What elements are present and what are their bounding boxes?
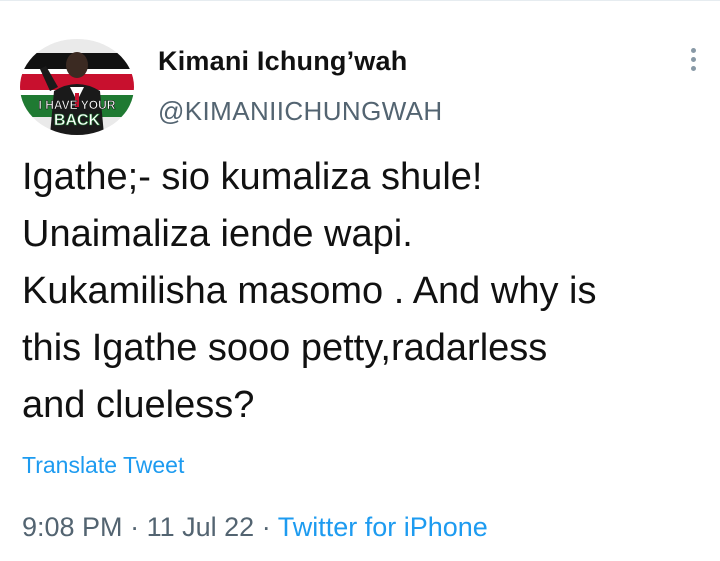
- more-dot: [690, 48, 696, 53]
- tweet-date[interactable]: 11 Jul 22: [147, 512, 255, 542]
- separator: ·: [130, 512, 140, 542]
- more-dot: [690, 66, 696, 71]
- tweet-text-line: Unaimaliza iende wapi.: [22, 213, 413, 255]
- tweet-text: Igathe;- sio kumaliza shule! Unaimaliza …: [22, 149, 702, 434]
- author-avatar[interactable]: I HAVE YOUR BACK: [20, 39, 134, 135]
- avatar-banner-text-top: I HAVE YOUR: [39, 98, 116, 112]
- tweet-time[interactable]: 9:08 PM: [22, 512, 123, 542]
- author-name[interactable]: Kimani Ichung’wah: [158, 46, 407, 77]
- tweet-text-line: and clueless?: [22, 384, 255, 426]
- tweet-source-link[interactable]: Twitter for iPhone: [278, 512, 488, 542]
- separator: ·: [261, 512, 271, 542]
- translate-tweet-link[interactable]: Translate Tweet: [22, 452, 184, 479]
- tweet-metadata: 9:08 PM · 11 Jul 22 · Twitter for iPhone: [22, 512, 488, 543]
- tweet-text-line: Kukamilisha masomo . And why is: [22, 270, 597, 312]
- tweet-text-line: this Igathe sooo petty,radarless: [22, 327, 548, 369]
- author-handle[interactable]: @KIMANIICHUNGWAH: [158, 96, 443, 127]
- more-vertical-icon[interactable]: [683, 45, 703, 81]
- tweet-text-line: Igathe;- sio kumaliza shule!: [22, 156, 483, 198]
- avatar-banner-text-bottom: BACK: [54, 112, 101, 129]
- more-dot: [690, 57, 696, 62]
- tweet-card: I HAVE YOUR BACK Kimani Ichung’wah @KIMA…: [0, 0, 720, 561]
- profile-photo-icon: I HAVE YOUR BACK: [20, 39, 134, 135]
